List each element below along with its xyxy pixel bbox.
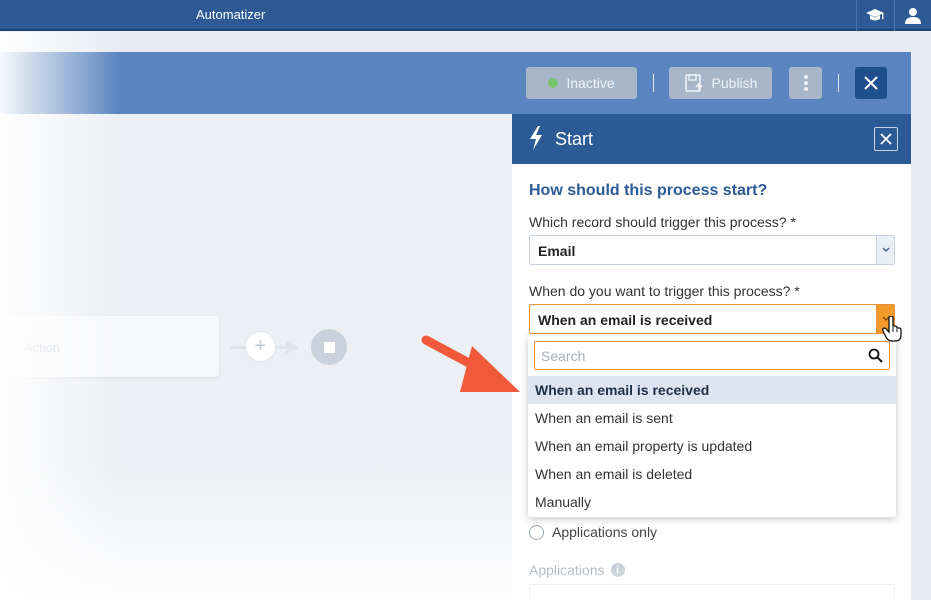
dropdown-search[interactable] — [534, 341, 890, 370]
chevron-down-icon — [876, 236, 894, 264]
dropdown-option[interactable]: When an email is deleted — [528, 460, 896, 488]
publish-button[interactable]: Publish — [669, 67, 772, 99]
action-node-label: Action — [24, 340, 61, 355]
annotation-arrow-icon — [421, 335, 520, 392]
toolbar-divider — [653, 74, 654, 92]
toolbar-divider — [838, 74, 839, 92]
info-icon[interactable]: i — [610, 563, 625, 577]
applications-only-option[interactable]: Applications only — [529, 524, 657, 540]
search-icon — [868, 348, 883, 363]
connector-arrow-icon — [286, 341, 298, 354]
inactive-label: Inactive — [566, 75, 615, 91]
trigger-select[interactable]: When an email is received — [529, 304, 895, 334]
close-icon — [864, 76, 878, 90]
user-icon — [904, 7, 921, 24]
inactive-toggle-button[interactable]: Inactive — [526, 67, 637, 99]
panel-title: Start — [555, 129, 594, 149]
applications-label-text: Applications — [529, 562, 605, 578]
trigger-select-value: When an email is received — [538, 312, 713, 328]
panel-header: Start — [512, 114, 911, 164]
dropdown-option[interactable]: When an email is sent — [528, 404, 896, 432]
stop-icon — [323, 341, 335, 353]
graduation-cap-icon — [865, 8, 884, 20]
dropdown-option[interactable]: Manually — [528, 488, 896, 516]
close-editor-button[interactable] — [855, 67, 887, 99]
dropdown-option[interactable]: When an email is received — [528, 376, 896, 404]
process-toolbar: Inactive Publish — [0, 52, 911, 114]
more-vertical-icon — [803, 75, 808, 91]
radio-button[interactable] — [529, 524, 544, 540]
publish-label: Publish — [711, 75, 758, 91]
user-menu-button[interactable] — [894, 0, 930, 31]
hand-cursor-icon — [882, 316, 902, 342]
record-field-label: Which record should trigger this process… — [529, 214, 796, 230]
end-node[interactable] — [311, 329, 347, 365]
trigger-dropdown-menu: When an email is received When an email … — [528, 336, 896, 517]
record-select-value: Email — [538, 243, 576, 259]
section-title: How should this process start? — [529, 182, 768, 199]
app-header: Automatizer — [0, 0, 931, 31]
close-icon — [880, 133, 892, 145]
applications-only-label: Applications only — [552, 524, 658, 540]
more-options-button[interactable] — [789, 67, 822, 99]
applications-field-label: Applications i — [529, 562, 625, 578]
publish-icon — [684, 74, 703, 92]
lightning-icon — [530, 126, 542, 150]
app-title: Automatizer — [196, 7, 266, 22]
plus-icon: + — [254, 335, 267, 357]
panel-close-button[interactable] — [874, 127, 898, 151]
record-select[interactable]: Email — [529, 235, 895, 265]
status-dot-icon — [548, 78, 559, 88]
dropdown-search-input[interactable] — [535, 342, 855, 369]
add-step-button[interactable]: + — [245, 331, 276, 362]
applications-input[interactable] — [529, 584, 895, 600]
academy-button[interactable] — [856, 0, 892, 31]
dropdown-option[interactable]: When an email property is updated — [528, 432, 896, 460]
trigger-field-label: When do you want to trigger this process… — [529, 283, 800, 299]
